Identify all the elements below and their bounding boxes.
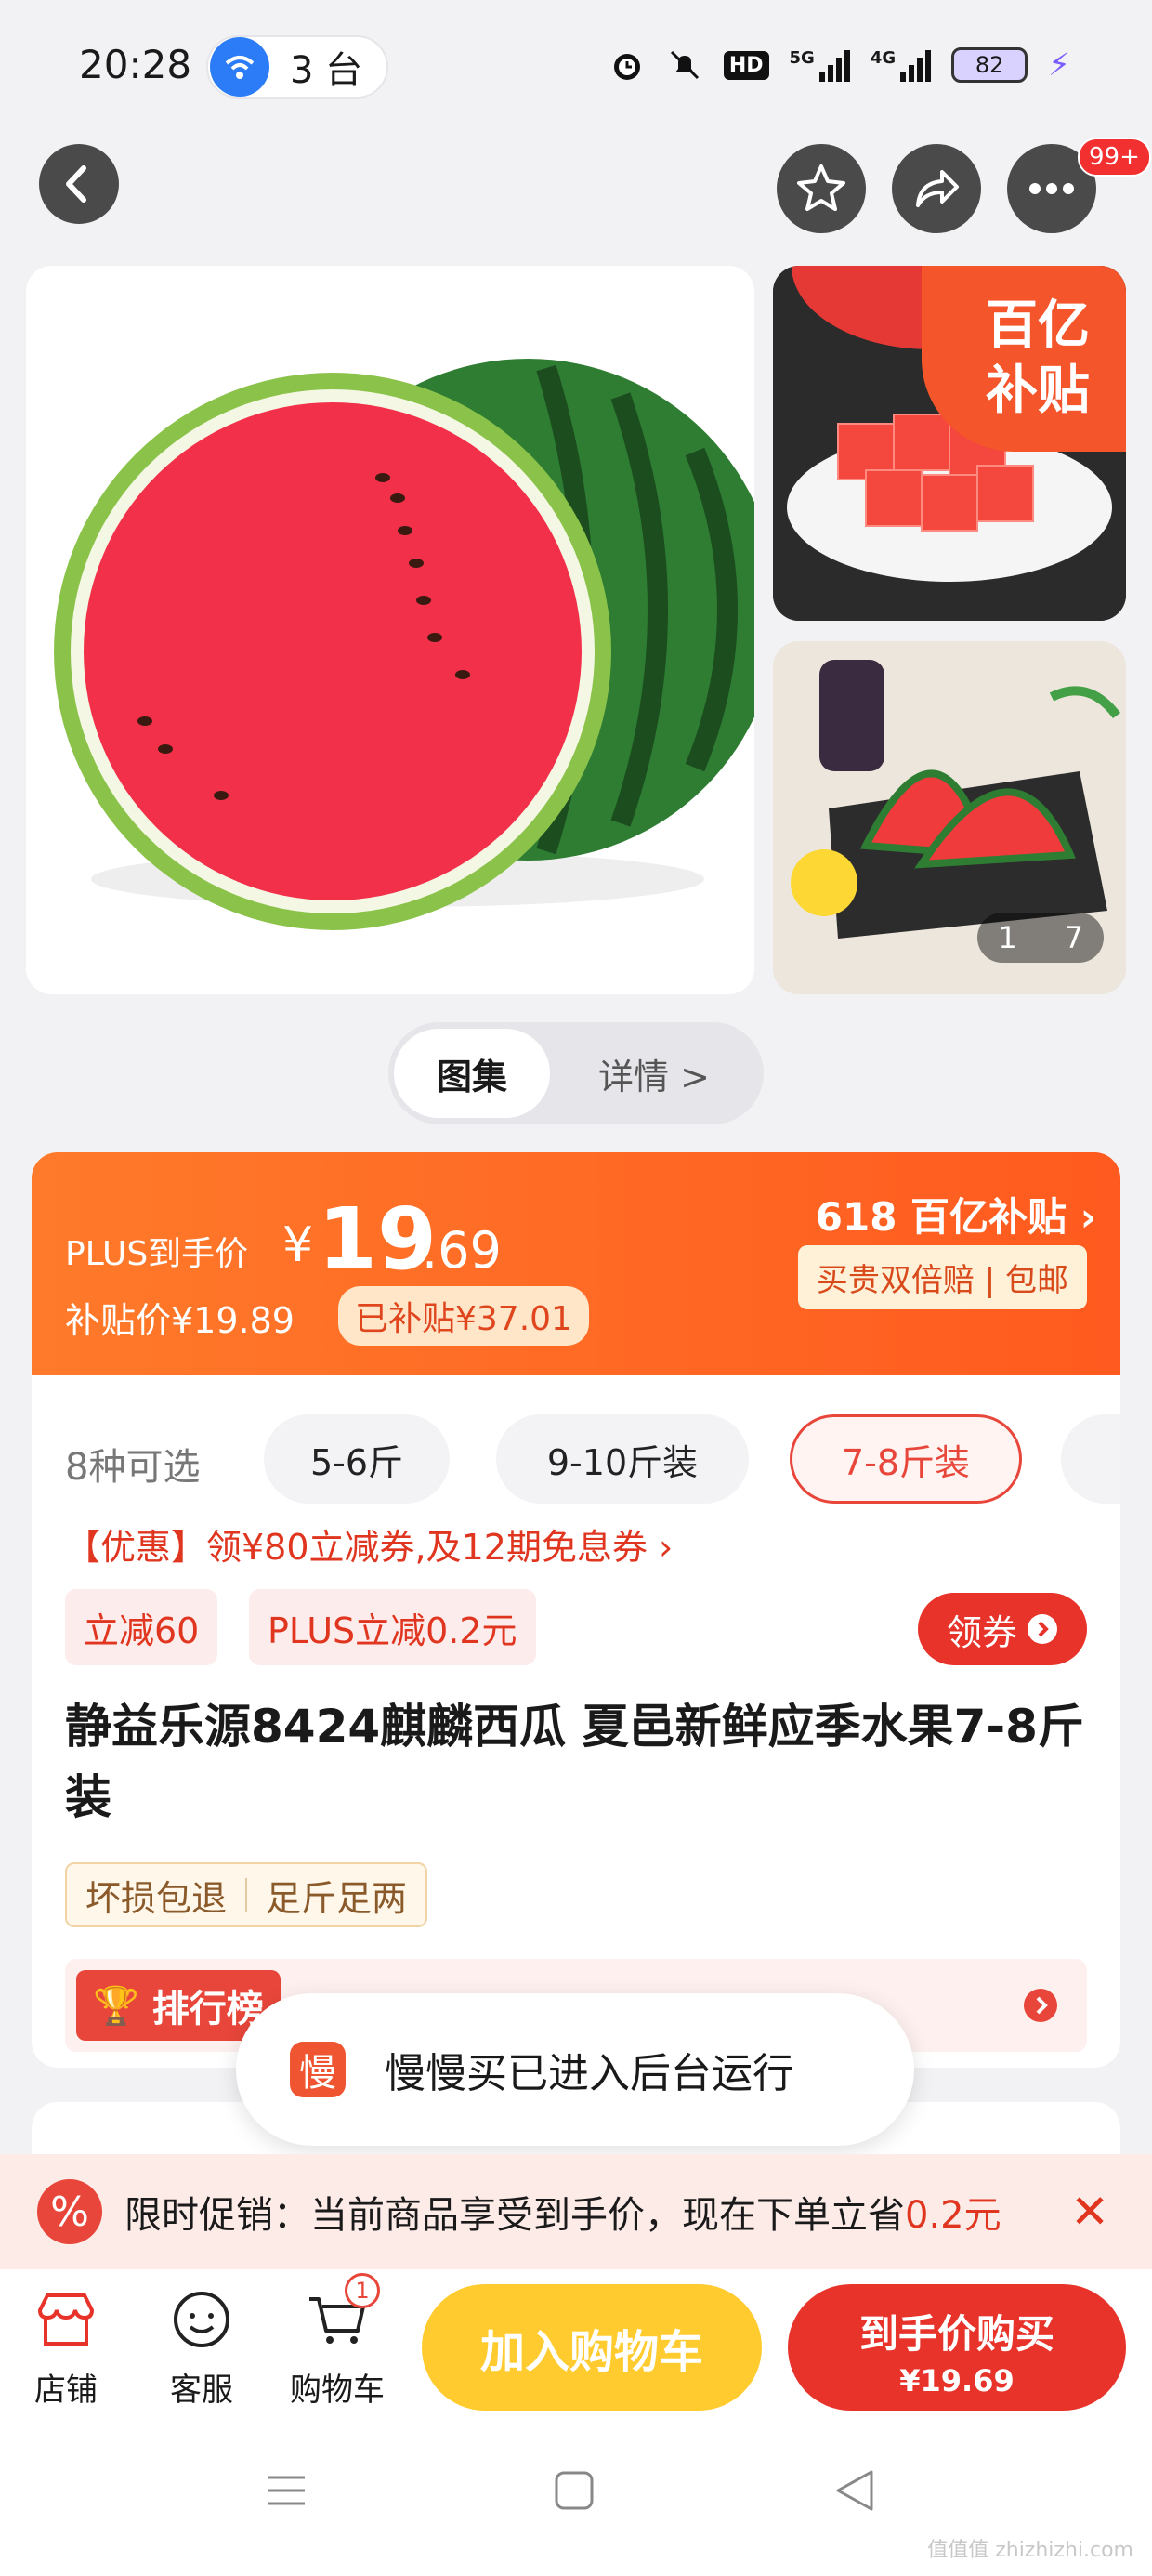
- price-integer: 19: [318, 1189, 438, 1289]
- mute-icon: [666, 46, 703, 84]
- trophy-icon: 🏆: [93, 1984, 139, 2028]
- signal-5g-icon: 5G: [790, 48, 850, 82]
- buy-now-label: 到手价购买: [858, 2311, 1054, 2357]
- get-coupon-label: 领券: [946, 1611, 1017, 1653]
- menu-icon[interactable]: [266, 2470, 307, 2511]
- service-tags: 坏损包退 足斤足两: [65, 1862, 428, 1927]
- main-product-image[interactable]: [26, 266, 754, 994]
- background-toast: 慢 慢慢买已进入后台运行: [236, 1993, 914, 2146]
- product-title: 静益乐源8424麒麟西瓜 夏邑新鲜应季水果7-8斤装: [65, 1700, 1084, 1824]
- hotspot-pill[interactable]: 3 台: [206, 35, 388, 99]
- store-button[interactable]: 店铺: [15, 2286, 117, 2410]
- coupon-offer-link[interactable]: 【优惠】领¥80立减券,及12期免息券 ›: [65, 1518, 673, 1570]
- limited-promo-bar[interactable]: % 限时促销：当前商品享受到手价，现在下单立省0.2元 ✕: [0, 2154, 1152, 2269]
- variant-count: 8种可选: [65, 1446, 201, 1489]
- image-counter: 1 7: [977, 913, 1104, 963]
- watermark: 值值值 zhizhizhi.com: [927, 2539, 1133, 2562]
- back-triangle-icon[interactable]: [834, 2468, 875, 2513]
- get-coupon-button[interactable]: 领券: [918, 1593, 1087, 1665]
- subsidy-price: 补贴价¥19.89: [65, 1300, 295, 1341]
- service-label: 客服: [170, 2372, 233, 2409]
- add-to-cart-button[interactable]: 加入购物车: [422, 2284, 762, 2411]
- share-button[interactable]: [892, 144, 981, 233]
- image-counter-total: 7: [1064, 920, 1083, 955]
- product-card: PLUS到手价 ¥ 19 .69 补贴价¥19.89 已补贴¥37.01 618…: [32, 1152, 1120, 2068]
- plus-discount-tag: PLUS立减0.2元: [249, 1589, 536, 1665]
- promo-text: 限时促销：当前商品享受到手价，现在下单立省: [124, 2194, 905, 2237]
- arrow-right-circle-icon: [1024, 1989, 1057, 2022]
- watermelon-illustration: [54, 359, 754, 930]
- promo-618-label: 618 百亿补贴: [815, 1194, 1067, 1240]
- guarantee-pill: 买贵双倍赔 | 包邮: [797, 1245, 1087, 1309]
- clock: 20:28: [79, 42, 192, 87]
- price-banner: PLUS到手价 ¥ 19 .69 补贴价¥19.89 已补贴¥37.01 618…: [32, 1152, 1120, 1375]
- variant-chip-more[interactable]: [1061, 1414, 1120, 1504]
- hd-icon: HD: [723, 50, 769, 80]
- chevron-left-icon: [66, 165, 86, 203]
- app-logo-icon: 慢: [290, 2042, 346, 2097]
- favorite-button[interactable]: [777, 144, 866, 233]
- plus-price-label: PLUS到手价: [65, 1235, 249, 1273]
- share-icon: [916, 170, 959, 207]
- service-tag: 足斤足两: [266, 1877, 408, 1919]
- thumbnail-watermelon-cubes[interactable]: 百亿 补贴: [773, 266, 1126, 621]
- wifi-hotspot-icon: [210, 37, 269, 97]
- store-icon: [33, 2286, 99, 2353]
- bottom-action-bar: 店铺 客服 1 购物车 加入购物车 到手价购买 ¥19.69: [0, 2269, 1152, 2424]
- subsidy-badge: 百亿 补贴: [922, 266, 1126, 452]
- buy-now-price: ¥19.69: [899, 2363, 1015, 2399]
- variant-selector: 8种可选 5-6斤 9-10斤装 7-8斤装: [32, 1401, 1120, 1504]
- toast-message: 慢慢买已进入后台运行: [385, 2050, 793, 2097]
- variant-chip[interactable]: 9-10斤装: [496, 1414, 749, 1504]
- cart-icon: 1: [304, 2273, 380, 2353]
- hotspot-count: 3 台: [290, 49, 363, 92]
- tab-gallery[interactable]: 图集: [394, 1029, 550, 1118]
- price-currency: ¥: [282, 1217, 314, 1273]
- battery-icon: 82: [951, 47, 1028, 83]
- charging-icon: ⚡: [1048, 46, 1070, 84]
- price-decimal: .69: [422, 1221, 502, 1280]
- promo-618-link[interactable]: 618 百亿补贴 ›: [816, 1186, 1096, 1242]
- status-icons: HD 5G 4G 82 ⚡: [609, 46, 1070, 84]
- variant-chip-selected[interactable]: 7-8斤装: [790, 1414, 1022, 1504]
- cart-label: 购物车: [290, 2372, 385, 2409]
- promo-amount: 0.2元: [905, 2194, 1001, 2237]
- cart-button[interactable]: 1 购物车: [286, 2273, 388, 2410]
- subsidy-badge-line2: 补贴: [986, 361, 1090, 421]
- home-icon[interactable]: [554, 2470, 595, 2511]
- cart-count-badge: 1: [345, 2273, 380, 2308]
- status-bar: 20:28 3 台 HD 5G 4G 82 ⚡: [0, 0, 1152, 130]
- tab-details[interactable]: 详情 >: [550, 1048, 758, 1099]
- arrow-right-circle-icon: [1028, 1614, 1057, 1644]
- store-label: 店铺: [34, 2372, 98, 2409]
- discount-tag: 立减60: [65, 1589, 218, 1665]
- close-icon[interactable]: ✕: [1070, 2185, 1109, 2239]
- subsidy-badge-line1: 百亿: [986, 296, 1090, 356]
- promo-message: 限时促销：当前商品享受到手价，现在下单立省0.2元: [124, 2185, 1001, 2239]
- subsidized-amount: 已补贴¥37.01: [338, 1286, 589, 1346]
- signal-4g-icon: 4G: [871, 48, 932, 82]
- media-tabs: 图集 详情 >: [388, 1022, 764, 1124]
- ranking-label: 排行榜: [151, 1988, 264, 2031]
- customer-service-button[interactable]: 客服: [151, 2286, 253, 2410]
- back-button[interactable]: [39, 144, 119, 224]
- percent-icon: %: [37, 2179, 102, 2244]
- chevron-right-icon: ›: [1080, 1194, 1096, 1240]
- message-count-badge: 99+: [1078, 138, 1151, 177]
- thumbnail-watermelon-slices[interactable]: 1 7: [773, 641, 1126, 994]
- alarm-icon: [609, 46, 646, 84]
- buy-now-button[interactable]: 到手价购买 ¥19.69: [788, 2284, 1126, 2411]
- image-counter-current: 1: [998, 920, 1017, 955]
- chat-smile-icon: [168, 2286, 235, 2353]
- service-tag: 坏损包退: [85, 1877, 228, 1919]
- variant-chip[interactable]: 5-6斤: [264, 1414, 450, 1504]
- system-navigation-bar: 值值值 zhizhizhi.com: [0, 2424, 1152, 2576]
- star-icon: [797, 164, 845, 211]
